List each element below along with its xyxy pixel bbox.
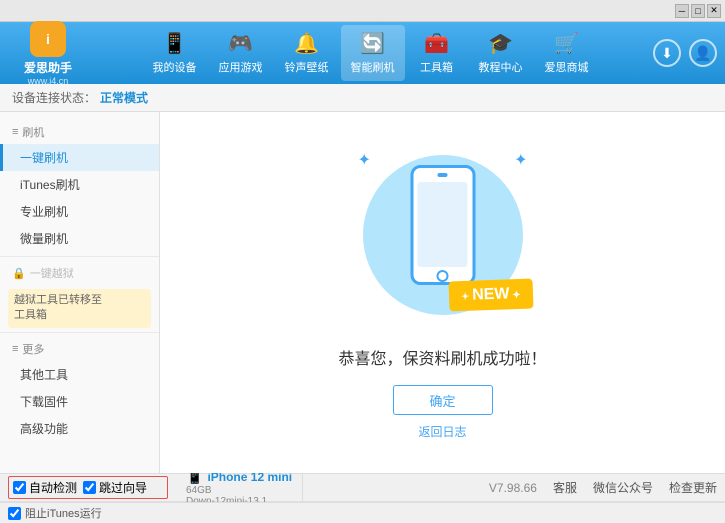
- wechat-link[interactable]: 微信公众号: [593, 479, 653, 496]
- sidebar-item-itunes-flash[interactable]: iTunes刷机: [0, 171, 159, 198]
- user-button[interactable]: 👤: [689, 39, 717, 67]
- nav-item-app-game[interactable]: 🎮 应用游戏: [209, 25, 273, 81]
- maximize-button[interactable]: □: [691, 4, 705, 18]
- nav-item-ringtone[interactable]: 🔔 铃声壁纸: [275, 25, 339, 81]
- window-controls[interactable]: ─ □ ✕: [675, 4, 721, 18]
- nav-items: 📱 我的设备 🎮 应用游戏 🔔 铃声壁纸 🔄 智能刷机 🧰 工具箱 🎓: [88, 25, 653, 81]
- skip-wizard-input[interactable]: [83, 481, 96, 494]
- status-bar: 设备连接状态： 正常模式: [0, 84, 725, 112]
- nav-item-my-device[interactable]: 📱 我的设备: [143, 25, 207, 81]
- jailbreak-label: 一键越狱: [30, 265, 74, 281]
- app-game-icon: 🎮: [228, 31, 253, 56]
- sidebar-item-advanced[interactable]: 高级功能: [0, 415, 159, 442]
- sparkle-top-left-icon: ✦: [358, 150, 371, 170]
- other-tools-label: 其他工具: [20, 368, 68, 382]
- nav-item-apple-store[interactable]: 🛒 爱思商城: [535, 25, 599, 81]
- phone-illustration: ✦ ✦ NEW: [353, 145, 533, 325]
- nav-label-smart-shop: 智能刷机: [351, 59, 395, 75]
- phone-shape: [410, 165, 475, 285]
- itunes-label: 阻止iTunes运行: [25, 505, 102, 521]
- check-update-link[interactable]: 检查更新: [669, 479, 717, 496]
- sidebar: ≡ 刷机 一键刷机 iTunes刷机 专业刷机 微量刷机 🔒 一键越狱: [0, 112, 160, 473]
- flash-section-label: 刷机: [22, 124, 44, 140]
- divider-2: [0, 332, 159, 333]
- auto-connect-label: 自动检测: [29, 479, 77, 496]
- flash-section-icon: ≡: [12, 126, 18, 138]
- phone-home-button: [437, 270, 449, 282]
- sidebar-item-other-tools[interactable]: 其他工具: [0, 361, 159, 388]
- nav-item-smart-shop[interactable]: 🔄 智能刷机: [341, 25, 405, 81]
- lock-icon: 🔒: [12, 267, 26, 280]
- auto-connect-input[interactable]: [13, 481, 26, 494]
- download-button[interactable]: ⬇: [653, 39, 681, 67]
- sidebar-item-download-fw[interactable]: 下载固件: [0, 388, 159, 415]
- new-badge: NEW: [448, 279, 533, 312]
- skip-wizard-checkbox[interactable]: 跳过向导: [83, 479, 147, 496]
- sidebar-section-flash: ≡ 刷机: [0, 120, 159, 144]
- apple-store-icon: 🛒: [554, 31, 579, 56]
- nav-label-toolbox: 工具箱: [420, 59, 453, 75]
- nav-label-app-game: 应用游戏: [219, 59, 263, 75]
- more-section-label: 更多: [22, 341, 44, 357]
- nav-label-apple-store: 爱思商城: [545, 59, 589, 75]
- itunes-flash-label: iTunes刷机: [20, 178, 80, 192]
- device-storage: 64GB: [186, 485, 292, 496]
- success-message: 恭喜您，保资料刷机成功啦！: [338, 345, 546, 369]
- auto-connect-checkbox[interactable]: 自动检测: [13, 479, 77, 496]
- status-label: 设备连接状态：: [12, 89, 96, 106]
- phone-screen: [418, 182, 468, 267]
- nav-label-my-device: 我的设备: [153, 59, 197, 75]
- back-link[interactable]: 返回日志: [418, 423, 466, 440]
- micro-flash-label: 微量刷机: [20, 232, 68, 246]
- sidebar-item-micro-flash[interactable]: 微量刷机: [0, 225, 159, 252]
- more-section-icon: ≡: [12, 343, 18, 355]
- bottom-main-bar: 自动检测 跳过向导 📱 iPhone 12 mini 64GB Down-12m…: [0, 474, 725, 502]
- close-button[interactable]: ✕: [707, 4, 721, 18]
- my-device-icon: 📱: [162, 31, 187, 56]
- toolbox-icon: 🧰: [424, 31, 449, 56]
- bottom-right-links: V7.98.66 客服 微信公众号 检查更新: [303, 479, 717, 496]
- main-content: ✦ ✦ NEW 恭喜您，保资料刷机成功啦！ 确定 返回日志: [160, 112, 725, 473]
- sidebar-item-pro-flash[interactable]: 专业刷机: [0, 198, 159, 225]
- customer-service-link[interactable]: 客服: [553, 479, 577, 496]
- itunes-checkbox[interactable]: [8, 507, 21, 520]
- nav-right: ⬇ 👤: [653, 39, 717, 67]
- logo-icon: i: [30, 21, 66, 57]
- checkbox-group: 自动检测 跳过向导: [8, 476, 168, 499]
- sparkle-top-right-icon: ✦: [514, 150, 527, 170]
- title-bar: ─ □ ✕: [0, 0, 725, 22]
- status-value: 正常模式: [100, 89, 148, 106]
- one-key-flash-label: 一键刷机: [20, 151, 68, 165]
- sidebar-item-one-key-flash[interactable]: 一键刷机: [0, 144, 159, 171]
- itunes-bar: 阻止iTunes运行: [0, 502, 725, 523]
- nav-item-tutorial[interactable]: 🎓 教程中心: [469, 25, 533, 81]
- ringtone-icon: 🔔: [294, 31, 319, 56]
- pro-flash-label: 专业刷机: [20, 205, 68, 219]
- tutorial-icon: 🎓: [488, 31, 513, 56]
- nav-label-tutorial: 教程中心: [479, 59, 523, 75]
- confirm-button[interactable]: 确定: [393, 385, 493, 415]
- nav-label-ringtone: 铃声壁纸: [285, 59, 329, 75]
- download-fw-label: 下载固件: [20, 395, 68, 409]
- top-nav: i 爱思助手 www.i4.cn 📱 我的设备 🎮 应用游戏 🔔 铃声壁纸 🔄 …: [0, 22, 725, 84]
- divider-1: [0, 256, 159, 257]
- logo: i 爱思助手 www.i4.cn: [8, 21, 88, 86]
- advanced-label: 高级功能: [20, 422, 68, 436]
- content-row: ≡ 刷机 一键刷机 iTunes刷机 专业刷机 微量刷机 🔒 一键越狱: [0, 112, 725, 473]
- minimize-button[interactable]: ─: [675, 4, 689, 18]
- jailbreak-note: 越狱工具已转移至工具箱: [8, 289, 151, 328]
- smart-shop-icon: 🔄: [360, 31, 385, 56]
- sidebar-section-more: ≡ 更多: [0, 337, 159, 361]
- version-text: V7.98.66: [489, 481, 537, 495]
- sidebar-section-jailbreak: 🔒 一键越狱: [0, 261, 159, 285]
- bottom-area: 自动检测 跳过向导 📱 iPhone 12 mini 64GB Down-12m…: [0, 473, 725, 523]
- skip-wizard-label: 跳过向导: [99, 479, 147, 496]
- logo-label: 爱思助手: [24, 59, 72, 76]
- nav-item-toolbox[interactable]: 🧰 工具箱: [407, 25, 467, 81]
